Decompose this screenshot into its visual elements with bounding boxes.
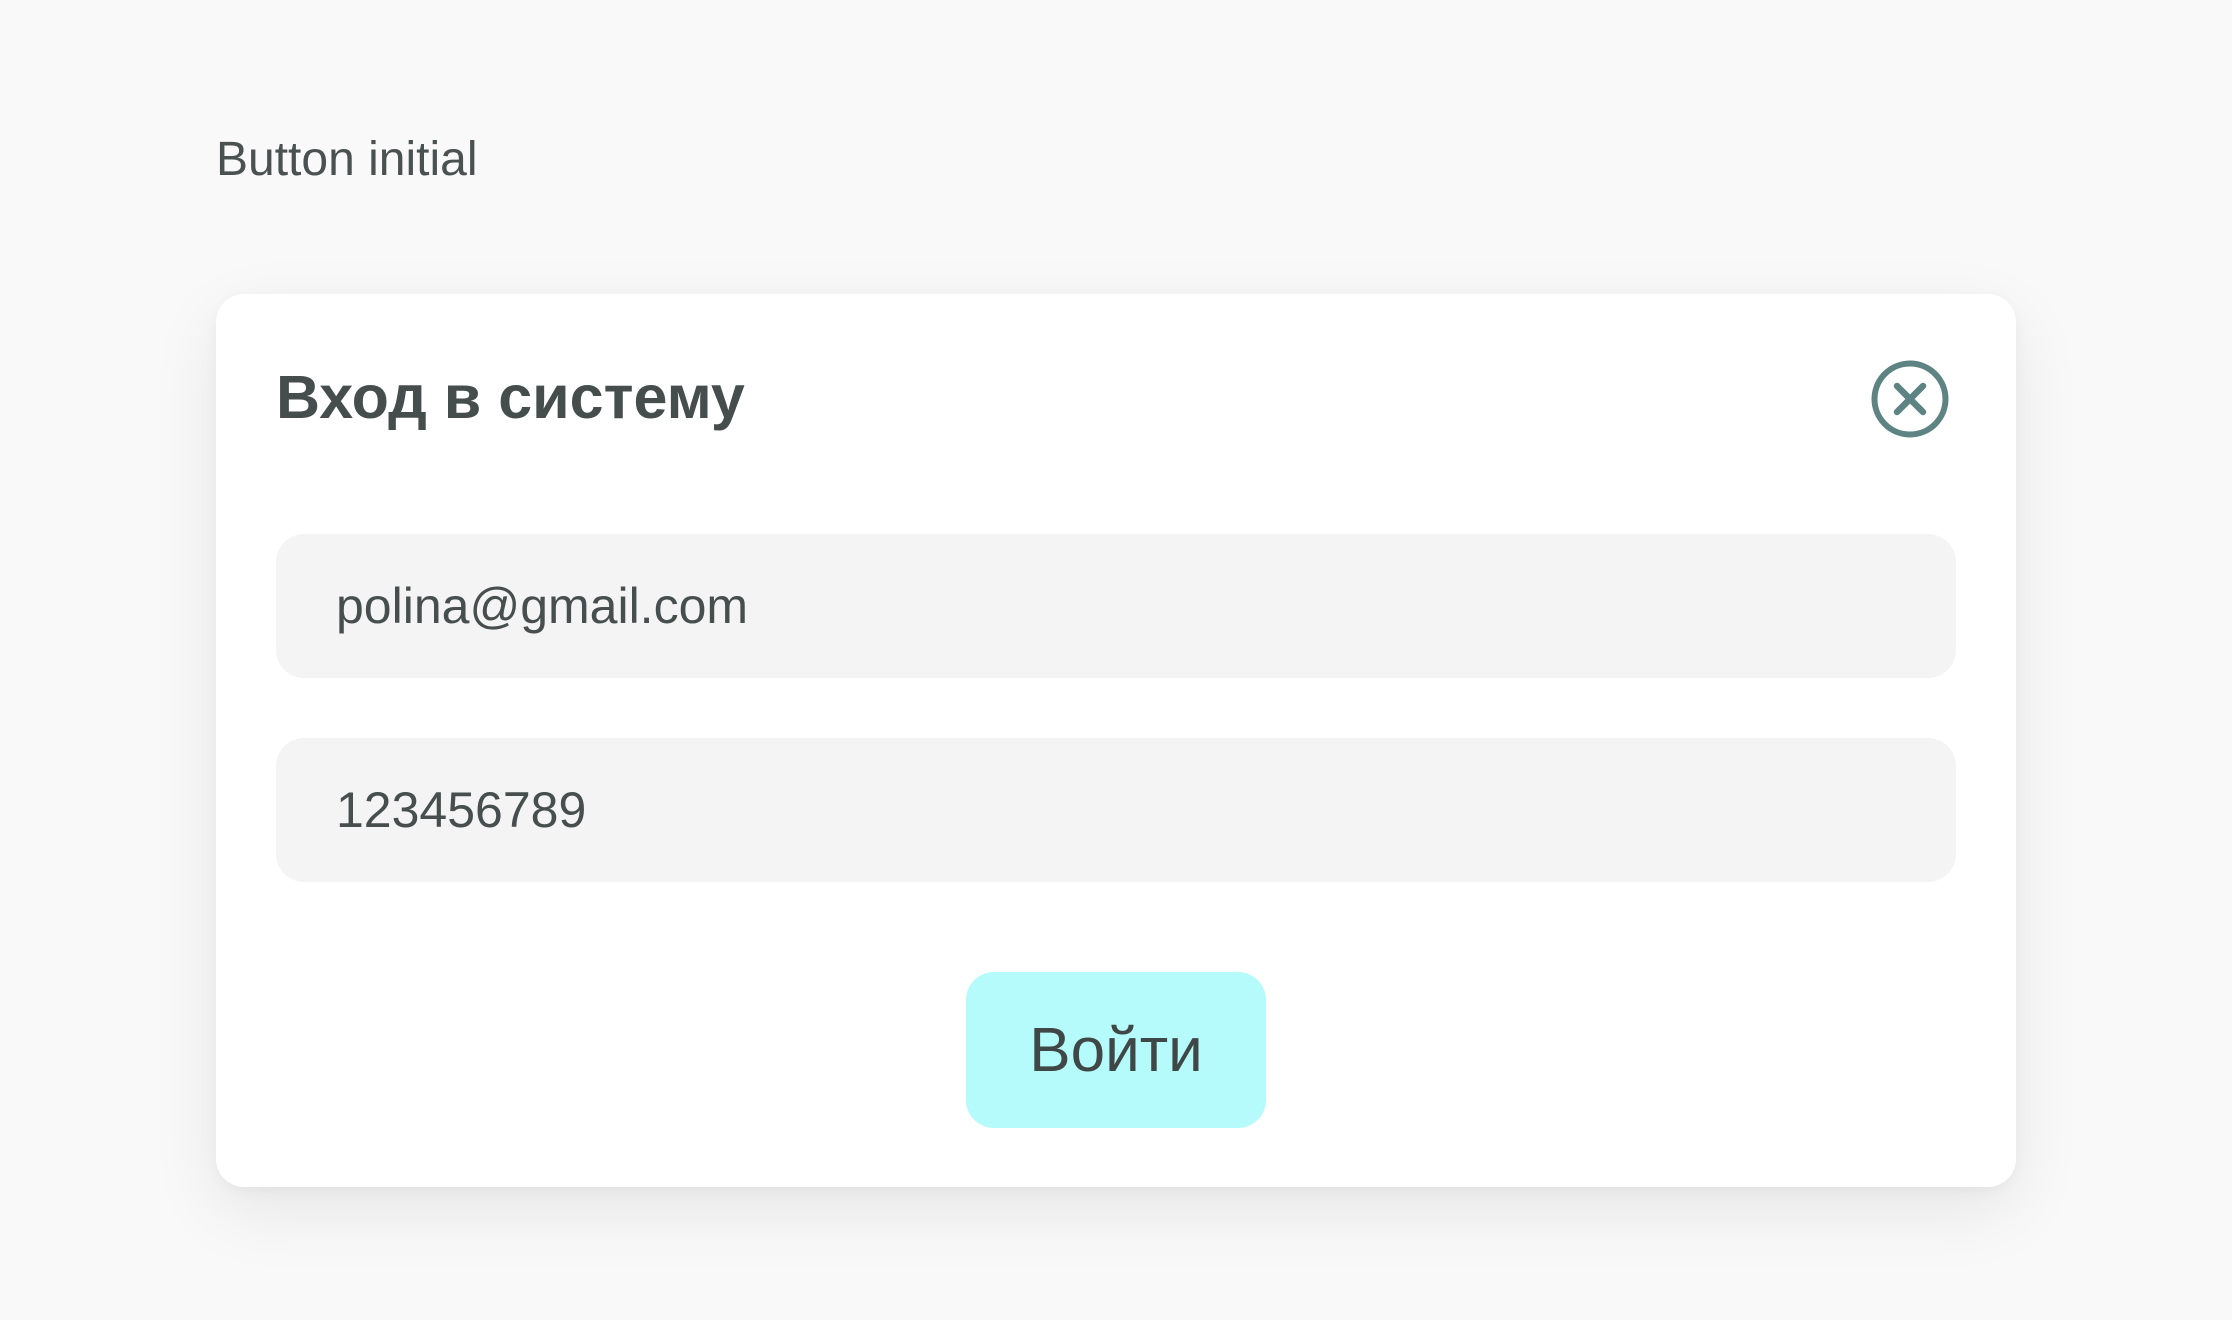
email-field[interactable] xyxy=(276,534,1956,678)
login-button[interactable]: Войти xyxy=(966,972,1266,1128)
close-circle-icon xyxy=(1871,360,1949,438)
state-label: Button initial xyxy=(216,133,478,186)
modal-title: Вход в систему xyxy=(276,363,745,431)
password-field-container xyxy=(276,738,1956,882)
close-button[interactable] xyxy=(1870,359,1950,439)
password-field[interactable] xyxy=(276,738,1956,882)
email-field-container xyxy=(276,534,1956,678)
login-modal: Вход в систему Войти xyxy=(216,294,2016,1187)
